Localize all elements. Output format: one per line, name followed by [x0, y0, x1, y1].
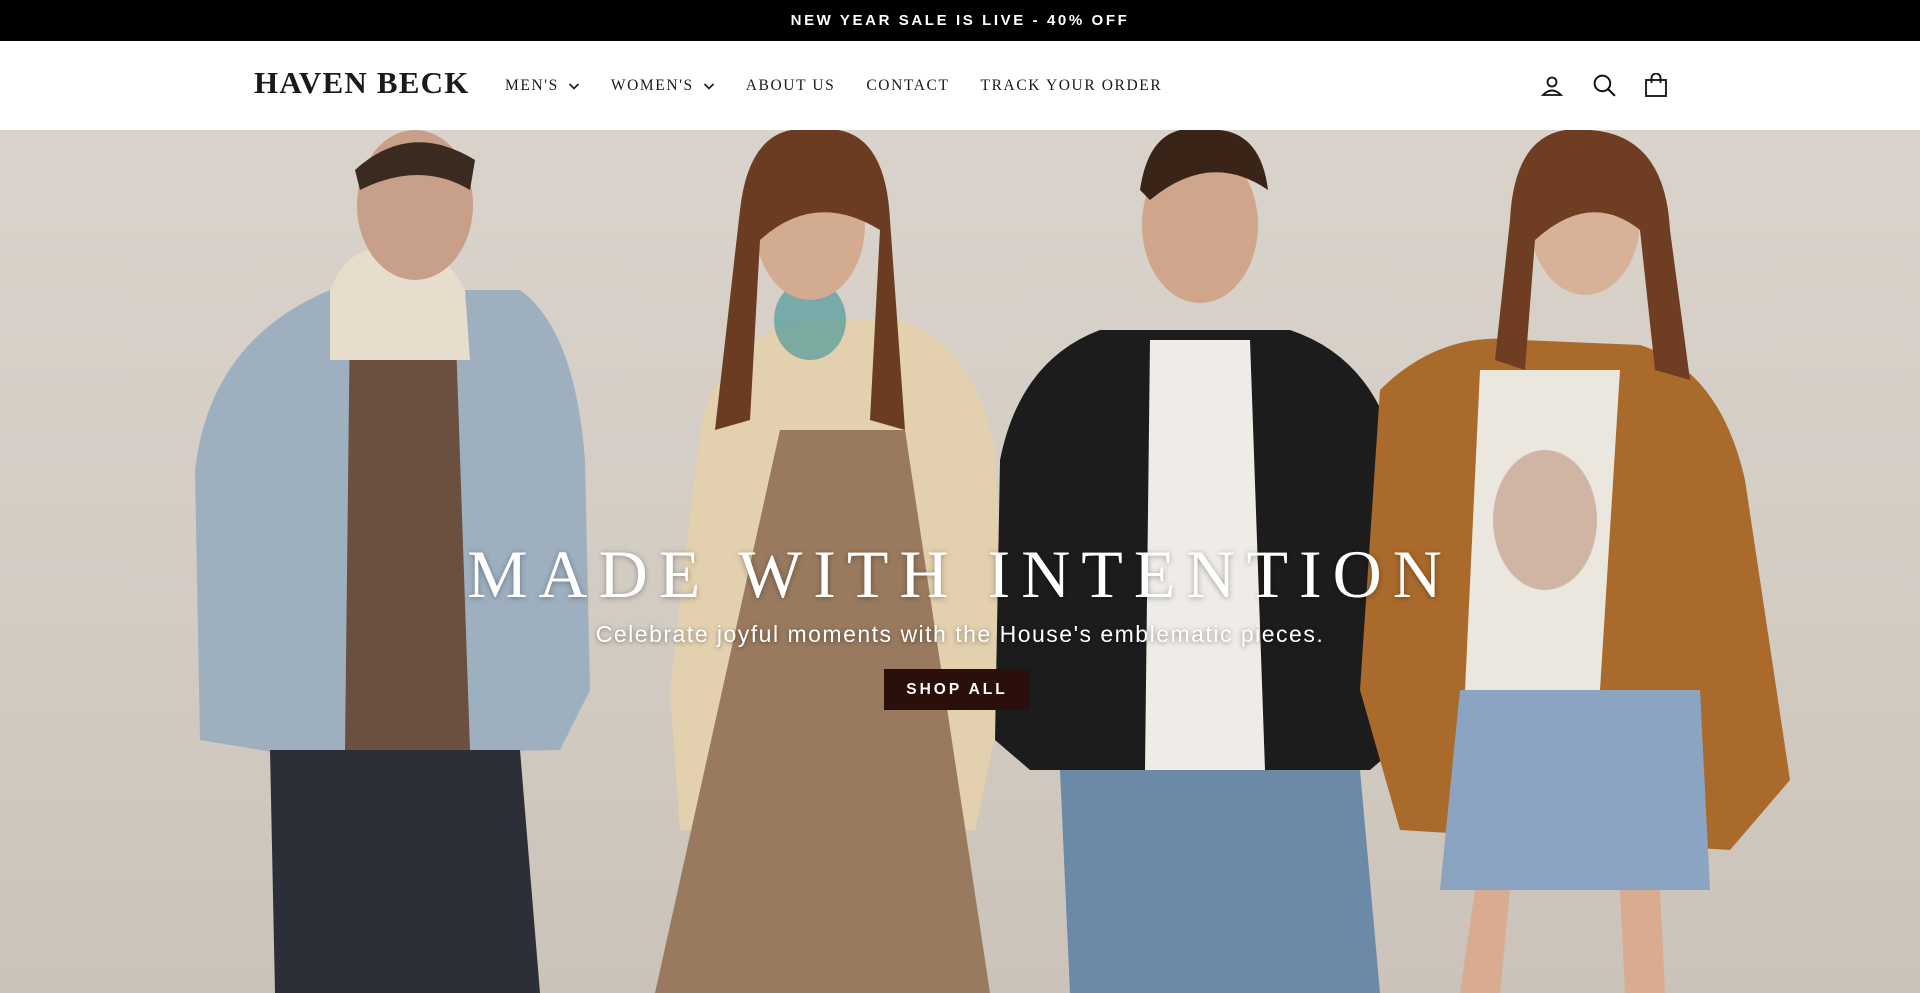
- search-icon[interactable]: [1590, 72, 1618, 100]
- nav-item-label: ABOUT US: [745, 76, 836, 94]
- nav-item-label: WOMEN'S: [610, 76, 694, 94]
- main-nav: MEN'S WOMEN'S ABOUT US CONTACT TRACK YOU…: [505, 41, 1193, 130]
- nav-item-mens[interactable]: MEN'S: [505, 77, 580, 95]
- hero-title: MADE WITH INTENTION: [467, 536, 1453, 612]
- hero-subtitle: Celebrate joyful moments with the House'…: [595, 621, 1325, 647]
- account-icon[interactable]: [1538, 72, 1566, 100]
- nav-item-label: CONTACT: [866, 76, 950, 94]
- shop-all-button[interactable]: SHOP ALL: [884, 669, 1030, 710]
- header-icons: [1538, 41, 1670, 130]
- hero-banner: MADE WITH INTENTION Celebrate joyful mom…: [0, 130, 1920, 993]
- nav-item-about-us[interactable]: ABOUT US: [746, 77, 836, 95]
- nav-item-label: TRACK YOUR ORDER: [980, 76, 1163, 94]
- nav-item-womens[interactable]: WOMEN'S: [611, 77, 715, 95]
- announcement-bar: NEW YEAR SALE IS LIVE - 40% OFF: [0, 0, 1920, 41]
- site-header: HAVEN BECK MEN'S WOMEN'S ABOUT US CONTAC…: [0, 41, 1920, 130]
- announcement-text: NEW YEAR SALE IS LIVE - 40% OFF: [790, 12, 1130, 29]
- chevron-down-icon: [703, 82, 714, 90]
- nav-item-label: MEN'S: [505, 76, 559, 94]
- nav-item-track-order[interactable]: TRACK YOUR ORDER: [981, 77, 1163, 95]
- cart-icon[interactable]: [1642, 72, 1670, 100]
- brand-logo[interactable]: HAVEN BECK: [254, 65, 470, 101]
- chevron-down-icon: [568, 82, 579, 90]
- nav-item-contact[interactable]: CONTACT: [866, 77, 949, 95]
